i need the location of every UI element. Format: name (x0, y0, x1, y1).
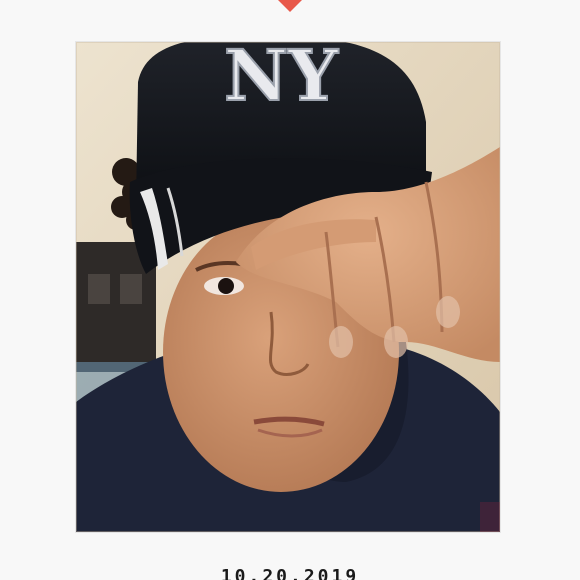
polaroid-frame: NY 10.20.2019 (0, 0, 580, 580)
selfie-illustration: NY (76, 42, 500, 532)
date-caption: 10.20.2019 (220, 566, 360, 580)
selfie-photo: NY (76, 42, 500, 532)
heart-icon (278, 0, 302, 12)
cap-logo-text: NY (224, 42, 339, 117)
